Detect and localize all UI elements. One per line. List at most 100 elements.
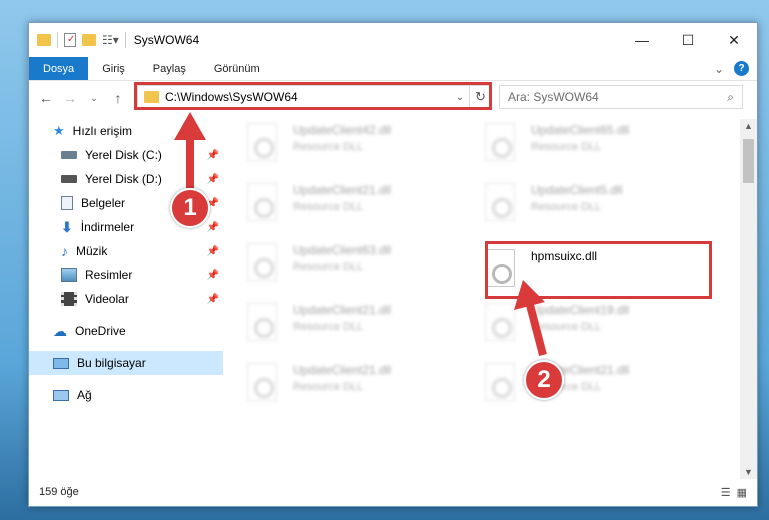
file-name: UpdateClient42.dll: [293, 123, 392, 137]
search-icon: ⌕: [727, 89, 734, 104]
scroll-up-icon[interactable]: ▲: [740, 121, 757, 131]
properties-icon[interactable]: ✓: [64, 33, 76, 47]
vertical-scrollbar[interactable]: ▲ ▼: [740, 119, 757, 479]
recent-locations-icon[interactable]: ⌄: [85, 93, 103, 104]
details-view-icon[interactable]: ☰: [721, 486, 731, 499]
pin-icon[interactable]: 📌: [207, 246, 219, 257]
tab-home[interactable]: Giriş: [88, 57, 139, 80]
network-icon: [53, 389, 69, 401]
dll-file-icon: [247, 363, 277, 401]
tab-view[interactable]: Görünüm: [200, 57, 274, 80]
computer-icon: [53, 357, 69, 369]
quick-access-toolbar: ✓ ☷▾: [37, 32, 126, 48]
sidebar-item-label: İndirmeler: [80, 220, 135, 234]
sidebar-item-local-disk-c[interactable]: Yerel Disk (C:) 📌: [29, 143, 223, 167]
highlight-file-box: [485, 241, 712, 299]
drive-icon: [61, 175, 77, 183]
forward-arrow-icon[interactable]: →: [61, 90, 79, 106]
new-folder-icon[interactable]: [82, 34, 96, 46]
close-button[interactable]: ✕: [711, 23, 757, 57]
scroll-down-icon[interactable]: ▼: [740, 467, 757, 477]
pin-icon[interactable]: 📌: [207, 150, 219, 161]
expand-ribbon-icon[interactable]: ⌄: [714, 62, 724, 76]
sidebar-item-label: Videolar: [85, 292, 129, 306]
sidebar-item-quick-access[interactable]: ★ Hızlı erişim: [29, 119, 223, 143]
tab-share[interactable]: Paylaş: [139, 57, 200, 80]
navigation-pane: ★ Hızlı erişim Yerel Disk (C:) 📌 Yerel D…: [29, 119, 223, 479]
file-item[interactable]: UpdateClient63.dll Resource DLL: [227, 239, 457, 291]
dll-file-icon: [247, 303, 277, 341]
file-name: UpdateClient19.dll: [531, 303, 630, 317]
sidebar-item-label: Yerel Disk (C:): [85, 148, 162, 162]
sidebar-item-label: Belgeler: [81, 196, 126, 210]
item-count: 159 öğe: [39, 486, 79, 498]
dll-file-icon: [247, 123, 277, 161]
step-marker-1: 1: [170, 188, 210, 228]
file-item[interactable]: UpdateClient21.dll Resource DLL: [465, 359, 695, 411]
window-title: SysWOW64: [133, 33, 200, 47]
download-arrow-icon: ⬇: [61, 218, 73, 235]
back-arrow-icon[interactable]: ←: [37, 90, 55, 106]
file-description: Resource DLL: [293, 141, 364, 153]
drive-icon: [61, 151, 77, 159]
file-item[interactable]: UpdateClient21.dll Resource DLL: [227, 359, 457, 411]
up-arrow-icon[interactable]: ↑: [109, 90, 127, 106]
file-name: UpdateClient5.dll: [531, 183, 623, 197]
sidebar-item-label: Hızlı erişim: [72, 124, 132, 138]
search-placeholder: Ara: SysWOW64: [508, 90, 599, 104]
dll-file-icon: [247, 183, 277, 221]
dll-file-icon: [247, 243, 277, 281]
file-name: UpdateClient65.dll: [531, 123, 630, 137]
file-description: Resource DLL: [293, 261, 364, 273]
file-item[interactable]: UpdateClient5.dll Resource DLL: [465, 179, 695, 231]
file-list: UpdateClient42.dll Resource DLL UpdateCli…: [227, 119, 737, 479]
file-name: UpdateClient21.dll: [293, 363, 392, 377]
pin-icon[interactable]: 📌: [207, 174, 219, 185]
maximize-button[interactable]: ☐: [665, 23, 711, 57]
file-item[interactable]: UpdateClient19.dll Resource DLL: [465, 299, 695, 351]
sidebar-item-label: Yerel Disk (D:): [85, 172, 162, 186]
scrollbar-thumb[interactable]: [743, 139, 754, 183]
file-description: Resource DLL: [531, 321, 602, 333]
file-item[interactable]: UpdateClient65.dll Resource DLL: [465, 119, 695, 171]
folder-icon[interactable]: [37, 34, 51, 46]
large-icons-view-icon[interactable]: ▦: [737, 486, 747, 499]
help-icon[interactable]: ?: [734, 61, 749, 76]
document-icon: [61, 196, 73, 210]
pictures-icon: [61, 268, 77, 282]
minimize-button[interactable]: —: [619, 23, 665, 57]
music-note-icon: ♪: [61, 243, 68, 259]
file-item[interactable]: UpdateClient42.dll Resource DLL: [227, 119, 457, 171]
sidebar-item-pictures[interactable]: Resimler 📌: [29, 263, 223, 287]
customize-icon[interactable]: ☷▾: [102, 33, 119, 47]
ribbon-tabs: Dosya Giriş Paylaş Görünüm ⌄ ?: [29, 57, 757, 81]
file-item[interactable]: UpdateClient21.dll Resource DLL: [227, 299, 457, 351]
file-description: Resource DLL: [293, 321, 364, 333]
search-input[interactable]: Ara: SysWOW64 ⌕: [499, 85, 743, 109]
sidebar-item-videos[interactable]: Videolar 📌: [29, 287, 223, 311]
file-item[interactable]: UpdateClient21.dll Resource DLL: [227, 179, 457, 231]
dll-file-icon: [485, 363, 515, 401]
sidebar-item-onedrive[interactable]: ☁ OneDrive: [29, 319, 223, 343]
sidebar-item-network[interactable]: Ağ: [29, 383, 223, 407]
divider: [124, 32, 126, 48]
pin-icon[interactable]: 📌: [207, 270, 219, 281]
file-description: Resource DLL: [293, 381, 364, 393]
file-description: Resource DLL: [531, 141, 602, 153]
pin-icon[interactable]: 📌: [207, 294, 219, 305]
dll-file-icon: [485, 303, 515, 341]
sidebar-item-label: Resimler: [85, 268, 133, 282]
pin-icon[interactable]: 📌: [207, 222, 219, 233]
tab-file[interactable]: Dosya: [29, 57, 89, 80]
sidebar-item-label: Müzik: [76, 244, 108, 258]
file-name: UpdateClient63.dll: [293, 243, 392, 257]
file-name: UpdateClient21.dll: [293, 183, 392, 197]
file-description: Resource DLL: [531, 201, 602, 213]
divider: [57, 32, 58, 48]
sidebar-item-music[interactable]: ♪ Müzik 📌: [29, 239, 223, 263]
star-icon: ★: [53, 123, 65, 138]
sidebar-item-this-pc[interactable]: Bu bilgisayar: [29, 351, 223, 375]
